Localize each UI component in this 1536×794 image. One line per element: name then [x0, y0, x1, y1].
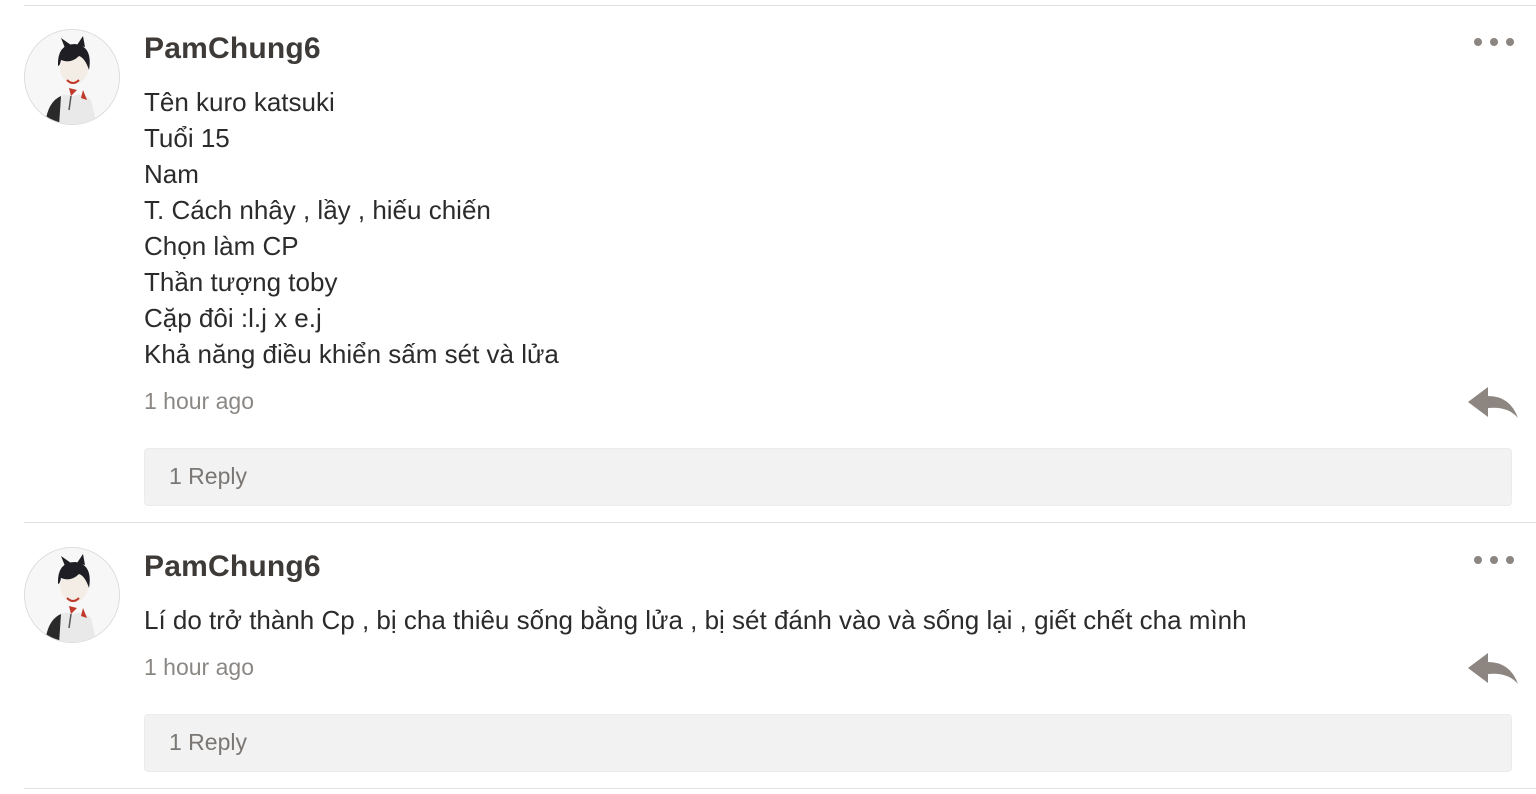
reply-button[interactable]: [1466, 650, 1520, 688]
avatar[interactable]: [24, 547, 120, 643]
comment-body-line: Thần tượng toby: [144, 267, 338, 297]
comment-body-line: Nam: [144, 159, 199, 189]
comment: PamChung6 Tên kuro katsuki Tuổi 15 Nam T…: [0, 0, 1536, 524]
replies-count-label: 1 Reply: [169, 463, 247, 489]
comment-username[interactable]: PamChung6: [144, 550, 321, 584]
replies-count-label: 1 Reply: [169, 729, 247, 755]
comment-body-line: Lí do trở thành Cp , bị cha thiêu sống b…: [144, 605, 1247, 635]
avatar-image: [25, 548, 119, 642]
comment: PamChung6 Lí do trở thành Cp , bị cha th…: [0, 524, 1536, 794]
view-replies-button[interactable]: 1 Reply: [144, 714, 1512, 772]
more-options-button[interactable]: [1470, 30, 1518, 54]
more-options-button[interactable]: [1470, 548, 1518, 572]
comment-body-line: Cặp đôi :l.j x e.j: [144, 303, 322, 333]
reply-arrow-icon: [1468, 387, 1518, 418]
comment-divider: [24, 788, 1536, 789]
comment-timestamp: 1 hour ago: [144, 388, 254, 414]
comment-body-line: Khả năng điều khiển sấm sét và lửa: [144, 339, 559, 369]
comment-username[interactable]: PamChung6: [144, 32, 321, 66]
comment-body: Lí do trở thành Cp , bị cha thiêu sống b…: [144, 602, 1444, 638]
reply-button[interactable]: [1466, 384, 1520, 422]
more-horizontal-icon: [1474, 38, 1514, 46]
comment-body-line: T. Cách nhây , lầy , hiếu chiến: [144, 195, 491, 225]
avatar-image: [25, 30, 119, 124]
view-replies-button[interactable]: 1 Reply: [144, 448, 1512, 506]
comment-body: Tên kuro katsuki Tuổi 15 Nam T. Cách nhâ…: [144, 84, 1444, 372]
reply-arrow-icon: [1468, 653, 1518, 684]
comment-body-line: Tuổi 15: [144, 123, 230, 153]
comment-timestamp: 1 hour ago: [144, 654, 254, 680]
comment-body-line: Tên kuro katsuki: [144, 87, 335, 117]
comment-divider: [24, 522, 1536, 523]
comment-body-line: Chọn làm CP: [144, 231, 299, 261]
more-horizontal-icon: [1474, 556, 1514, 564]
avatar[interactable]: [24, 29, 120, 125]
